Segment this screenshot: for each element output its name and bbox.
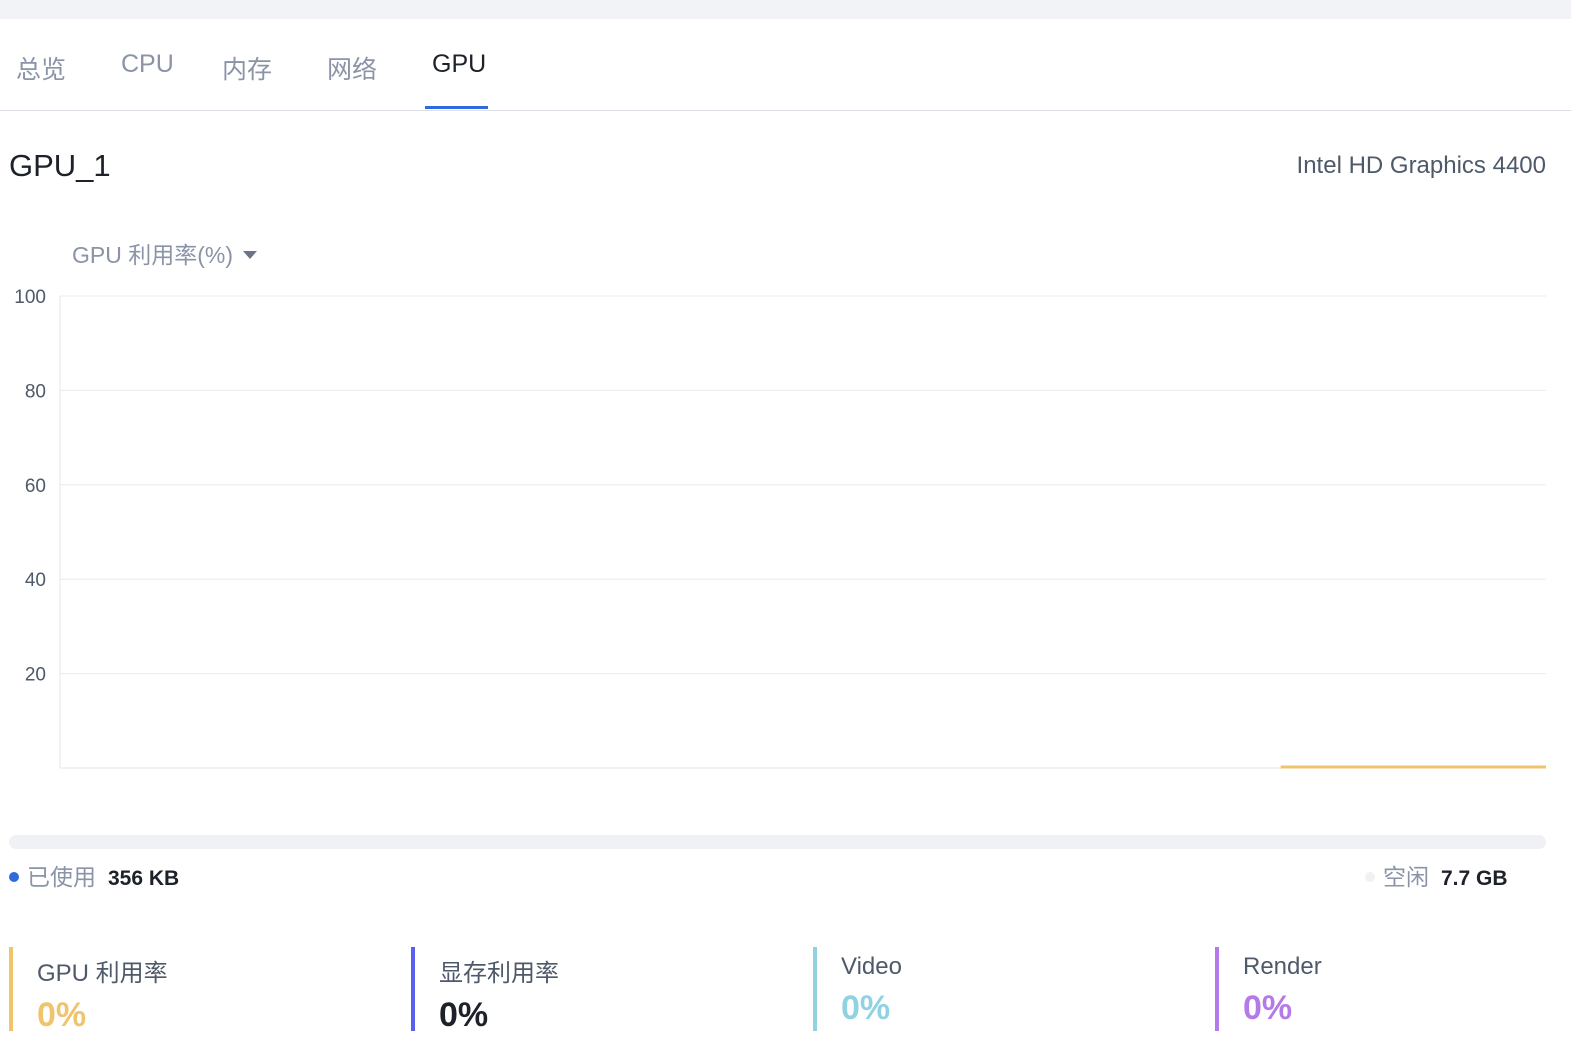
y-tick-label: 40 [25, 570, 46, 591]
gpu-usage-chart: 20 40 60 80 100 [14, 287, 1546, 769]
metric-dropdown[interactable]: GPU 利用率(%) [72, 236, 257, 270]
stat-label: GPU 利用率 [37, 960, 168, 987]
stat-label: Render [1243, 953, 1322, 980]
gpu-name: GPU_1 [9, 148, 111, 183]
stat-value: 0% [37, 996, 87, 1034]
metric-dropdown-label: GPU 利用率(%) [72, 242, 233, 268]
stat-value: 0% [439, 996, 489, 1034]
top-strip [0, 0, 1571, 19]
stat-value: 0% [1243, 989, 1293, 1027]
tab-memory[interactable]: 内存 [222, 50, 272, 86]
stat-vram-usage: 显存利用率 0% [411, 947, 559, 1034]
memory-usage-bar [9, 835, 1546, 849]
stat-video: Video 0% [813, 947, 902, 1031]
y-tick-label: 60 [25, 476, 46, 497]
stat-value: 0% [841, 989, 891, 1027]
used-dot-icon [9, 871, 19, 882]
y-tick-label: 100 [14, 287, 46, 308]
free-label: 空闲 [1383, 864, 1429, 890]
y-axis-ticks: 20 40 60 80 100 [14, 287, 46, 686]
gpu-model: Intel HD Graphics 4400 [1296, 152, 1546, 179]
y-tick-label: 80 [25, 381, 46, 402]
tab-gpu[interactable]: GPU [432, 50, 486, 79]
stat-gpu-usage: GPU 利用率 0% [9, 947, 168, 1034]
caret-down-icon [243, 250, 257, 259]
y-tick-label: 20 [25, 665, 46, 686]
legend-free: 空闲 7.7 GB [1365, 858, 1508, 892]
free-value: 7.7 GB [1441, 867, 1508, 890]
free-dot-icon [1365, 871, 1375, 882]
chart-grid [59, 295, 1546, 769]
active-tab-indicator [425, 106, 488, 109]
stat-render: Render 0% [1215, 947, 1322, 1031]
legend-used: 已使用 356 KB [9, 858, 179, 892]
tab-network[interactable]: 网络 [327, 50, 377, 86]
tab-bar: 总览 CPU 内存 网络 GPU [0, 19, 1571, 111]
used-label: 已使用 [27, 864, 96, 890]
stat-label: Video [841, 953, 902, 980]
tab-cpu[interactable]: CPU [121, 50, 174, 79]
used-value: 356 KB [108, 867, 180, 890]
stat-label: 显存利用率 [439, 960, 559, 987]
tab-overview[interactable]: 总览 [16, 50, 66, 86]
